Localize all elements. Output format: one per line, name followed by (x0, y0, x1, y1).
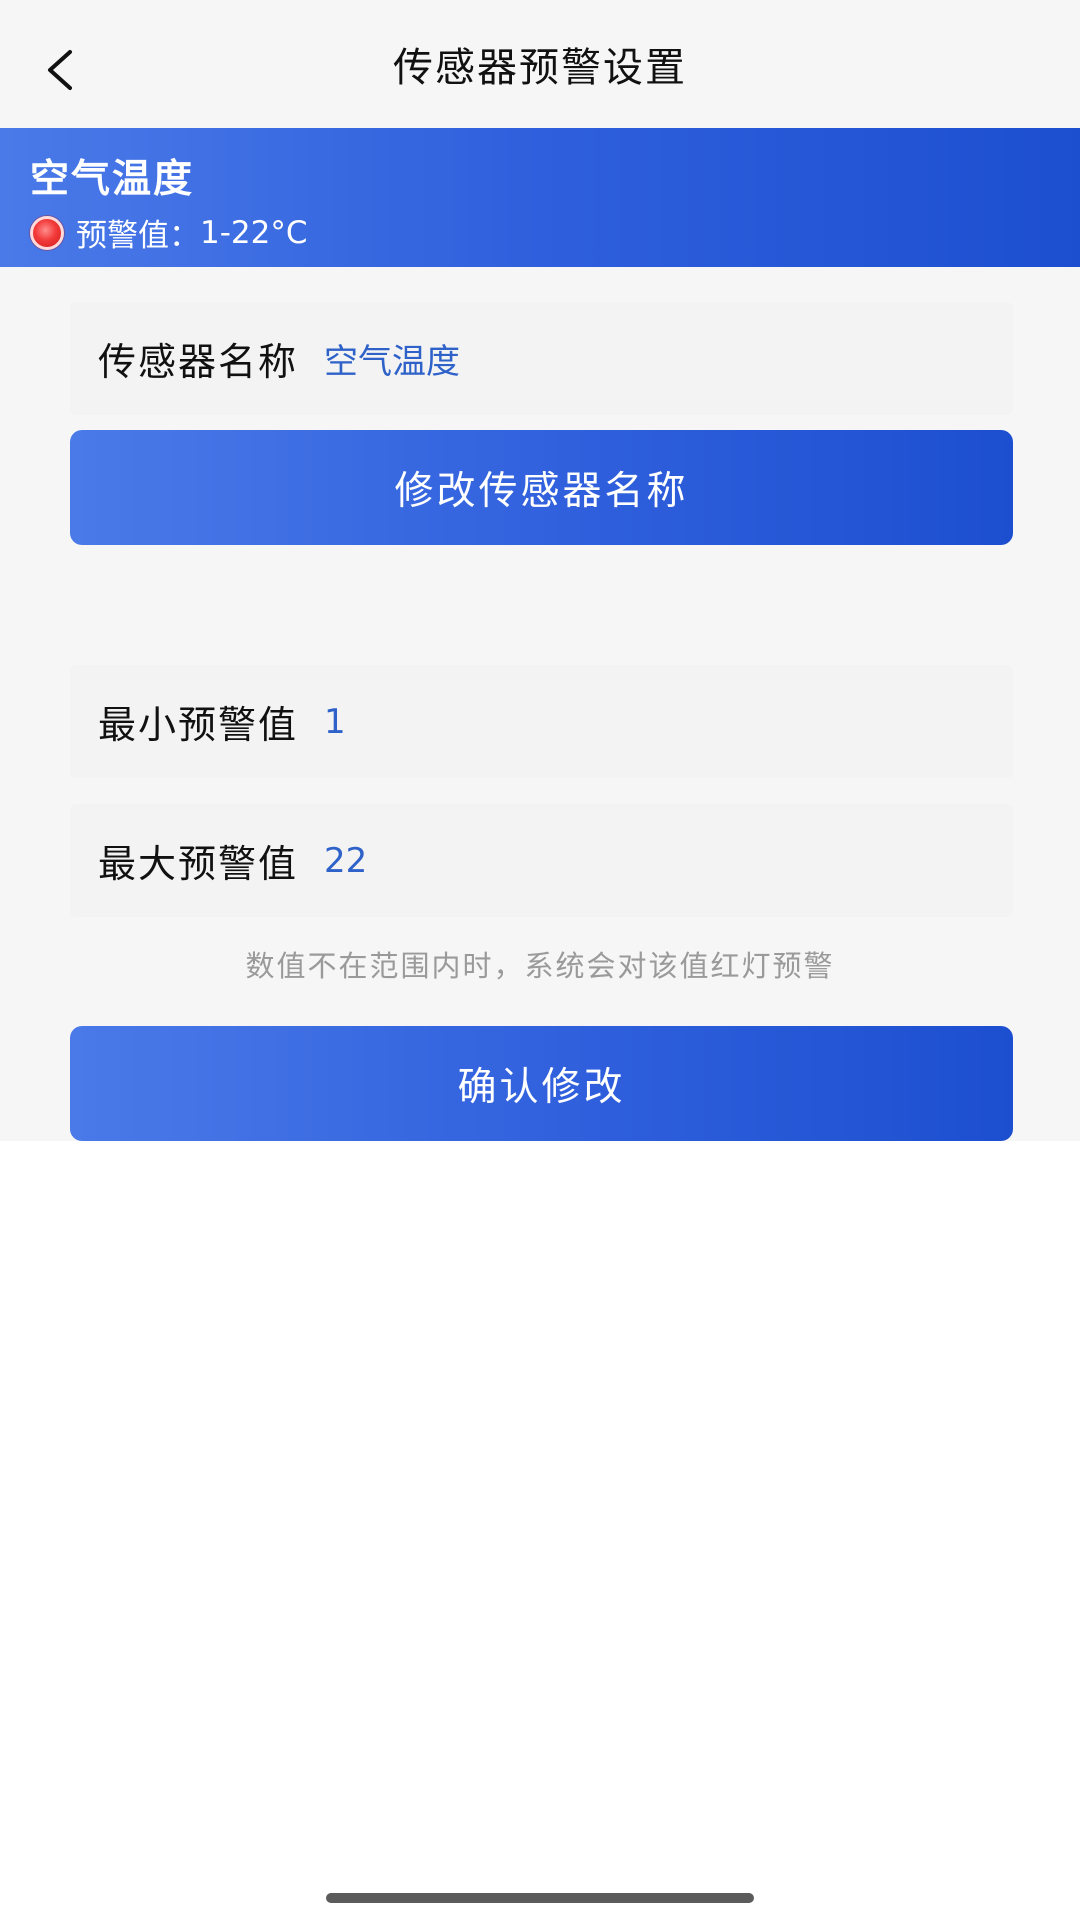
max-alert-input[interactable]: 22 (324, 841, 367, 881)
min-alert-input[interactable]: 1 (324, 702, 346, 742)
confirm-button[interactable]: 确认修改 (70, 1026, 1013, 1141)
rename-sensor-button[interactable]: 修改传感器名称 (70, 430, 1013, 545)
max-alert-label: 最大预警值 (98, 842, 299, 886)
app-screen: 传感器预警设置 空气温度 预警值： 1-22°C 传感器名称 空气温度 修改传感… (0, 0, 1080, 1920)
range-hint-text: 数值不在范围内时，系统会对该值红灯预警 (245, 949, 835, 983)
settings-content: 传感器名称 空气温度 修改传感器名称 最小预警值 1 最大预警值 22 数值不在… (0, 267, 1080, 1141)
home-indicator[interactable] (326, 1893, 754, 1903)
sensor-name-value: 空气温度 (324, 342, 461, 382)
sensor-banner: 空气温度 预警值： 1-22°C (0, 128, 1080, 267)
max-alert-field[interactable]: 最大预警值 22 (70, 804, 1013, 917)
sensor-name-label: 传感器名称 (98, 340, 299, 384)
sensor-title: 空气温度 (30, 157, 195, 202)
alert-range-row: 预警值： 1-22°C (30, 210, 308, 255)
alert-range-value: 1-22°C (200, 214, 308, 251)
alert-range-label: 预警值： (76, 218, 200, 254)
top-navbar: 传感器预警设置 (0, 0, 1080, 128)
min-alert-label: 最小预警值 (98, 703, 299, 747)
red-light-icon (30, 215, 64, 250)
sensor-name-field: 传感器名称 空气温度 (70, 302, 1013, 415)
page-title: 传感器预警设置 (393, 45, 687, 91)
min-alert-field[interactable]: 最小预警值 1 (70, 665, 1013, 778)
